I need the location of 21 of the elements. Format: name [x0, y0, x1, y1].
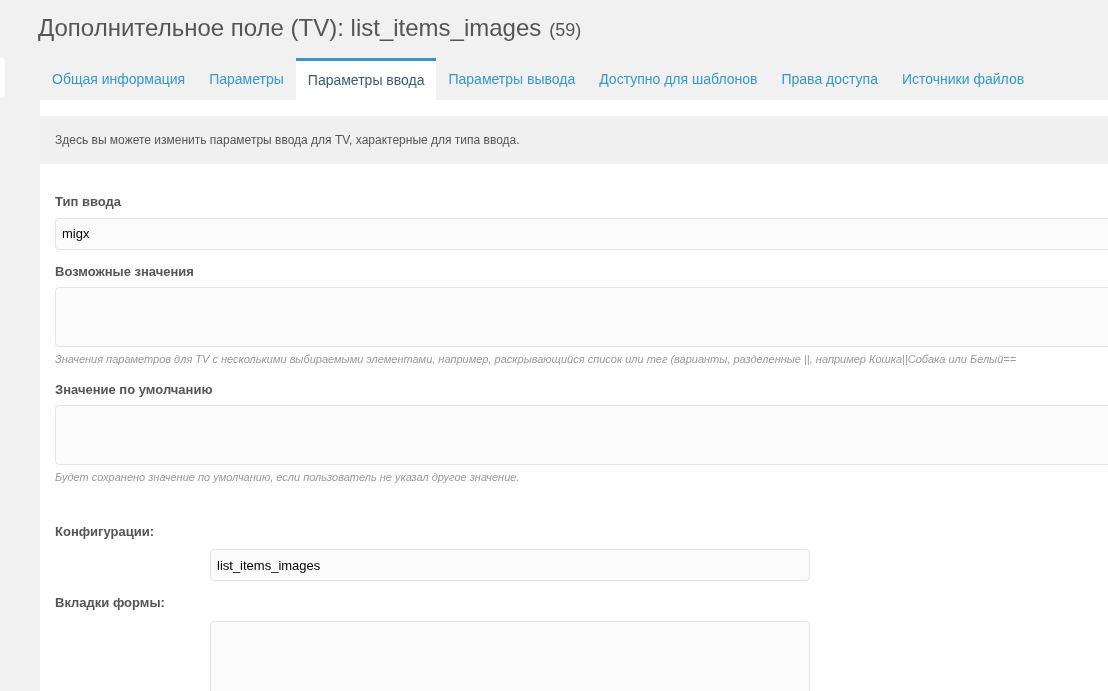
field-label: Конфигурации: — [55, 522, 156, 541]
description-bar: Здесь вы можете изменить параметры ввода для TV, характерные для типа ввода. — [40, 116, 1108, 164]
tab[interactable]: Источники файлов — [889, 58, 1037, 100]
tab[interactable]: Параметры вывода — [436, 58, 588, 100]
item-count: (59) — [549, 19, 582, 42]
tab[interactable]: Параметры — [197, 58, 296, 100]
text-field[interactable]: list_items_images — [210, 549, 810, 581]
field-label: Вкладки формы: — [55, 594, 166, 612]
tab[interactable]: Параметры ввода — [295, 58, 437, 100]
text-field[interactable]: migx — [55, 217, 1108, 250]
field-label: Возможные значения — [55, 262, 195, 281]
field-label: Тип ввода — [55, 193, 122, 211]
page-title: Дополнительное поле (TV): list_items_images — [38, 13, 542, 43]
field-hint: Будет сохранено значение по умолчанию, если пользователь не указал другое значение. — [55, 470, 521, 485]
tab[interactable]: Общая информация — [40, 58, 198, 100]
field-hint: Значения параметров для TV с несколькими выбираемыми элементами, например, раскрывающийся список или тег (варианты, разделенные ||, например Кошка||Собака или Белый== — [55, 352, 1018, 367]
text-area[interactable] — [55, 287, 1108, 347]
text-area[interactable] — [55, 405, 1108, 465]
tab[interactable]: Доступно для шаблонов — [587, 58, 770, 100]
tab[interactable]: Права доступа — [769, 58, 890, 100]
field-label: Значение по умолчанию — [55, 380, 214, 399]
